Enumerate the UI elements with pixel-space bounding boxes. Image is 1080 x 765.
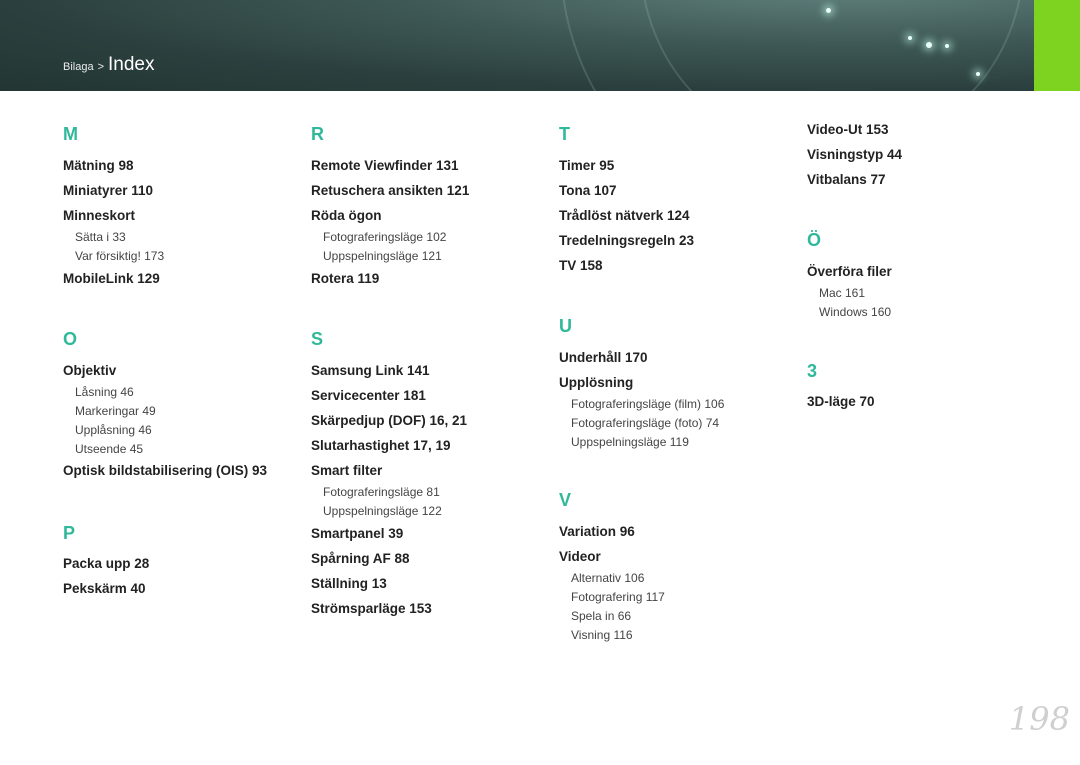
index-entry: Strömsparläge 153 bbox=[311, 601, 432, 616]
section-color-tab bbox=[1034, 0, 1080, 91]
index-entry: Minneskort bbox=[63, 208, 136, 223]
index-entry: Skärpedjup (DOF) 16, 21 bbox=[311, 413, 468, 428]
index-entry: MobileLink 129 bbox=[63, 271, 160, 286]
decorative-sparkle bbox=[926, 42, 932, 48]
index-letter-heading: P bbox=[63, 523, 76, 543]
index-entry: Spårning AF 88 bbox=[311, 551, 410, 566]
index-subentry: Utseende 45 bbox=[75, 442, 144, 456]
index-entry: Pekskärm 40 bbox=[63, 581, 146, 596]
index-subentry: Upplåsning 46 bbox=[75, 423, 152, 437]
decorative-sparkle bbox=[976, 72, 980, 76]
index-entry: Remote Viewfinder 131 bbox=[311, 158, 459, 173]
index-subentry: Fotograferingsläge 81 bbox=[323, 485, 440, 499]
decorative-arc bbox=[640, 0, 1024, 91]
index-letter-heading: U bbox=[559, 316, 572, 336]
index-subentry: Låsning 46 bbox=[75, 385, 134, 399]
index-entry: Tredelningsregeln 23 bbox=[559, 233, 695, 248]
index-entry: Retuschera ansikten 121 bbox=[311, 183, 470, 198]
index-subentry: Windows 160 bbox=[819, 305, 892, 319]
index-subentry: Alternativ 106 bbox=[571, 571, 645, 585]
index-subentry: Uppspelningsläge 122 bbox=[323, 504, 442, 518]
index-entry: Miniatyrer 110 bbox=[63, 183, 154, 198]
index-letter-heading: T bbox=[559, 124, 570, 144]
index-letter-heading: V bbox=[559, 490, 572, 510]
index-entry: 3D-läge 70 bbox=[807, 394, 875, 409]
index-entry: Vitbalans 77 bbox=[807, 172, 886, 187]
index-letter-heading: R bbox=[311, 124, 324, 144]
index-letter-heading: S bbox=[311, 329, 324, 349]
index-entry: TV 158 bbox=[559, 258, 603, 273]
index-subentry: Uppspelningsläge 119 bbox=[571, 435, 689, 449]
index-entry: Tona 107 bbox=[559, 183, 617, 198]
index-entry: Servicecenter 181 bbox=[311, 388, 426, 403]
index-entry: Videor bbox=[559, 549, 601, 564]
index-entry: Packa upp 28 bbox=[63, 556, 150, 571]
index-entry: Objektiv bbox=[63, 363, 117, 378]
page-title: Index bbox=[108, 54, 155, 75]
index-entry: Mätning 98 bbox=[63, 158, 134, 173]
index-subentry: Visning 116 bbox=[571, 628, 633, 642]
page-number: 198 bbox=[1008, 700, 1070, 738]
index-subentry: Sätta i 33 bbox=[75, 230, 126, 244]
index-entry: Timer 95 bbox=[559, 158, 615, 173]
index-letter-heading: 3 bbox=[807, 361, 818, 381]
breadcrumb-separator: > bbox=[97, 61, 105, 73]
index-letter-heading: M bbox=[63, 124, 78, 144]
index-subentry: Fotograferingsläge (film) 106 bbox=[571, 397, 725, 411]
page-header: Bilaga > Index bbox=[0, 0, 1080, 91]
decorative-sparkle bbox=[945, 44, 949, 48]
index-entry: Video-Ut 153 bbox=[807, 122, 889, 137]
index-entry: Röda ögon bbox=[311, 208, 382, 223]
index-entry: Upplösning bbox=[559, 375, 634, 390]
index-entry: Smart filter bbox=[311, 463, 383, 478]
index-subentry: Uppspelningsläge 121 bbox=[323, 249, 442, 263]
decorative-sparkle bbox=[826, 8, 831, 13]
index-subentry: Spela in 66 bbox=[571, 609, 632, 623]
index-subentry: Fotograferingsläge (foto) 74 bbox=[571, 416, 720, 430]
index-entry: Visningstyp 44 bbox=[807, 147, 903, 162]
index-entry: Smartpanel 39 bbox=[311, 526, 404, 541]
index-subentry: Mac 161 bbox=[819, 286, 866, 300]
index-entry: Trådlöst nätverk 124 bbox=[559, 208, 690, 223]
index-subentry: Fotografering 117 bbox=[571, 590, 665, 604]
index-subentry: Fotograferingsläge 102 bbox=[323, 230, 447, 244]
breadcrumb-section: Bilaga bbox=[63, 61, 94, 73]
index-letter-heading: O bbox=[63, 329, 78, 349]
index-entry: Ställning 13 bbox=[311, 576, 387, 591]
index-entry: Variation 96 bbox=[559, 524, 635, 539]
decorative-sparkle bbox=[908, 36, 912, 40]
index-entry: Rotera 119 bbox=[311, 271, 380, 286]
index-entry: Överföra filer bbox=[807, 264, 892, 279]
index-subentry: Var försiktig! 173 bbox=[75, 249, 165, 263]
index-subentry: Markeringar 49 bbox=[75, 404, 156, 418]
breadcrumb: Bilaga > Index bbox=[63, 54, 155, 76]
index-entry: Optisk bildstabilisering (OIS) 93 bbox=[63, 463, 268, 478]
index-letter-heading: Ö bbox=[807, 230, 822, 250]
index-entry: Underhåll 170 bbox=[559, 350, 648, 365]
index-entry: Samsung Link 141 bbox=[311, 363, 430, 378]
index-entry: Slutarhastighet 17, 19 bbox=[311, 438, 451, 453]
